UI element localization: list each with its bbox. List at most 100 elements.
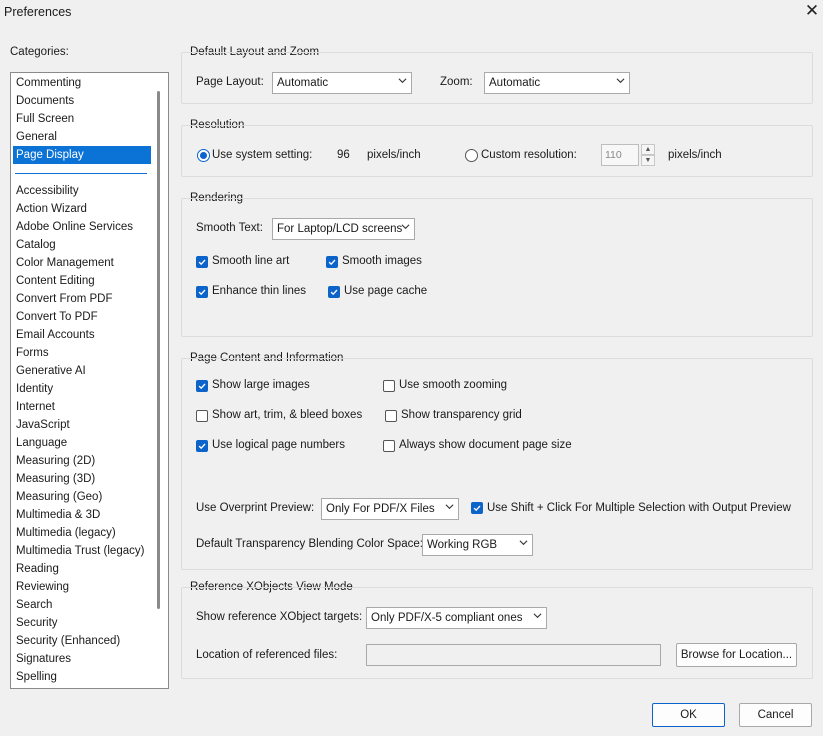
smooth-text-value: For Laptop/LCD screens — [277, 223, 403, 235]
use-page-cache-checkbox[interactable] — [328, 286, 340, 298]
shift-click-selection-label: Use Shift + Click For Multiple Selection… — [487, 502, 791, 514]
smooth-text-select[interactable]: For Laptop/LCD screens — [272, 218, 415, 240]
zoom-select[interactable]: Automatic — [484, 72, 630, 94]
xobject-targets-select[interactable]: Only PDF/X-5 compliant ones — [366, 607, 547, 629]
blending-color-space-label: Default Transparency Blending Color Spac… — [196, 538, 423, 550]
category-item-generative-ai[interactable]: Generative AI — [13, 362, 151, 380]
category-item-measuring-2d[interactable]: Measuring (2D) — [13, 452, 151, 470]
category-item-multimedia-legacy[interactable]: Multimedia (legacy) — [13, 524, 151, 542]
category-item-commenting[interactable]: Commenting — [13, 74, 151, 92]
browse-location-button[interactable]: Browse for Location... — [676, 643, 797, 667]
category-item-action-wizard[interactable]: Action Wizard — [13, 200, 151, 218]
ok-button[interactable]: OK — [652, 703, 725, 727]
category-item-reading[interactable]: Reading — [13, 560, 151, 578]
chevron-down-icon — [401, 224, 410, 230]
category-item-measuring-geo[interactable]: Measuring (Geo) — [13, 488, 151, 506]
category-item-security-enhanced[interactable]: Security (Enhanced) — [13, 632, 151, 650]
referenced-files-location-input[interactable] — [366, 644, 661, 666]
category-item-measuring-3d[interactable]: Measuring (3D) — [13, 470, 151, 488]
window-title: Preferences — [4, 5, 72, 19]
use-logical-page-numbers-checkbox[interactable] — [196, 440, 208, 452]
overprint-preview-label: Use Overprint Preview: — [196, 502, 315, 514]
category-item-multimedia-trust-legacy[interactable]: Multimedia Trust (legacy) — [13, 542, 151, 560]
category-item-color-management[interactable]: Color Management — [13, 254, 151, 272]
checkmark-icon — [198, 443, 206, 450]
system-resolution-unit: pixels/inch — [367, 149, 421, 161]
category-item-forms[interactable]: Forms — [13, 344, 151, 362]
chevron-down-icon — [445, 504, 454, 510]
category-item-catalog[interactable]: Catalog — [13, 236, 151, 254]
enhance-thin-lines-label: Enhance thin lines — [212, 285, 306, 297]
checkmark-icon — [198, 289, 206, 296]
show-large-images-label: Show large images — [212, 379, 310, 391]
category-item-adobe-online-services[interactable]: Adobe Online Services — [13, 218, 151, 236]
zoom-label: Zoom: — [440, 76, 473, 88]
chevron-down-icon — [398, 78, 407, 84]
spin-up-icon[interactable]: ▲ — [641, 144, 655, 155]
page-layout-select[interactable]: Automatic — [272, 72, 412, 94]
overprint-preview-value: Only For PDF/X Files — [326, 503, 435, 515]
category-item-reviewing[interactable]: Reviewing — [13, 578, 151, 596]
category-item-identity[interactable]: Identity — [13, 380, 151, 398]
xobject-targets-value: Only PDF/X-5 compliant ones — [371, 612, 523, 624]
close-icon[interactable]: ✕ — [804, 2, 820, 20]
use-page-cache-label: Use page cache — [344, 285, 428, 297]
blending-color-space-value: Working RGB — [427, 539, 498, 551]
show-transparency-grid-checkbox[interactable] — [385, 410, 397, 422]
smooth-line-art-checkbox[interactable] — [196, 256, 208, 268]
show-large-images-checkbox[interactable] — [196, 380, 208, 392]
chevron-down-icon — [533, 613, 542, 619]
referenced-files-location-label: Location of referenced files: — [196, 649, 338, 661]
category-item-multimedia-3d[interactable]: Multimedia & 3D — [13, 506, 151, 524]
category-item-search[interactable]: Search — [13, 596, 151, 614]
smooth-line-art-label: Smooth line art — [212, 255, 290, 267]
shift-click-selection-checkbox[interactable] — [471, 502, 483, 514]
always-show-page-size-label: Always show document page size — [399, 439, 572, 451]
custom-resolution-unit: pixels/inch — [668, 149, 722, 161]
show-transparency-grid-label: Show transparency grid — [401, 409, 522, 421]
custom-resolution-radio[interactable] — [465, 149, 478, 162]
category-item-page-display[interactable]: Page Display — [13, 146, 151, 164]
category-item-security[interactable]: Security — [13, 614, 151, 632]
show-boxes-checkbox[interactable] — [196, 410, 208, 422]
smooth-images-checkbox[interactable] — [326, 256, 338, 268]
category-item-language[interactable]: Language — [13, 434, 151, 452]
zoom-value: Automatic — [489, 77, 541, 89]
use-smooth-zooming-checkbox[interactable] — [383, 380, 395, 392]
category-item-javascript[interactable]: JavaScript — [13, 416, 151, 434]
enhance-thin-lines-checkbox[interactable] — [196, 286, 208, 298]
categories-scrollbar[interactable] — [157, 91, 160, 609]
categories-list[interactable]: Commenting Documents Full Screen General… — [10, 72, 169, 689]
category-item-general[interactable]: General — [13, 128, 151, 146]
category-item-spelling[interactable]: Spelling — [13, 668, 151, 686]
category-item-email-accounts[interactable]: Email Accounts — [13, 326, 151, 344]
custom-resolution-input[interactable]: 110 — [601, 144, 639, 166]
overprint-preview-select[interactable]: Only For PDF/X Files — [321, 498, 459, 520]
use-logical-page-numbers-label: Use logical page numbers — [212, 439, 345, 451]
category-item-full-screen[interactable]: Full Screen — [13, 110, 151, 128]
category-item-internet[interactable]: Internet — [13, 398, 151, 416]
page-layout-label: Page Layout: — [196, 76, 264, 88]
xobject-targets-label: Show reference XObject targets: — [196, 611, 363, 623]
category-divider — [15, 173, 147, 174]
checkmark-icon — [473, 505, 481, 512]
category-item-documents[interactable]: Documents — [13, 92, 151, 110]
cancel-button[interactable]: Cancel — [739, 703, 812, 727]
category-item-convert-from-pdf[interactable]: Convert From PDF — [13, 290, 151, 308]
always-show-page-size-checkbox[interactable] — [383, 440, 395, 452]
category-item-content-editing[interactable]: Content Editing — [13, 272, 151, 290]
category-item-accessibility[interactable]: Accessibility — [13, 182, 151, 200]
show-boxes-label: Show art, trim, & bleed boxes — [212, 409, 363, 421]
chevron-down-icon — [519, 540, 528, 546]
custom-resolution-label: Custom resolution: — [481, 149, 577, 161]
checkmark-icon — [198, 383, 206, 390]
system-resolution-value: 96 — [337, 149, 350, 161]
blending-color-space-select[interactable]: Working RGB — [422, 534, 533, 556]
use-smooth-zooming-label: Use smooth zooming — [399, 379, 508, 391]
category-item-signatures[interactable]: Signatures — [13, 650, 151, 668]
checkmark-icon — [198, 259, 206, 266]
spin-down-icon[interactable]: ▼ — [641, 155, 655, 166]
category-item-convert-to-pdf[interactable]: Convert To PDF — [13, 308, 151, 326]
smooth-images-label: Smooth images — [342, 255, 422, 267]
use-system-setting-radio[interactable] — [197, 149, 210, 162]
